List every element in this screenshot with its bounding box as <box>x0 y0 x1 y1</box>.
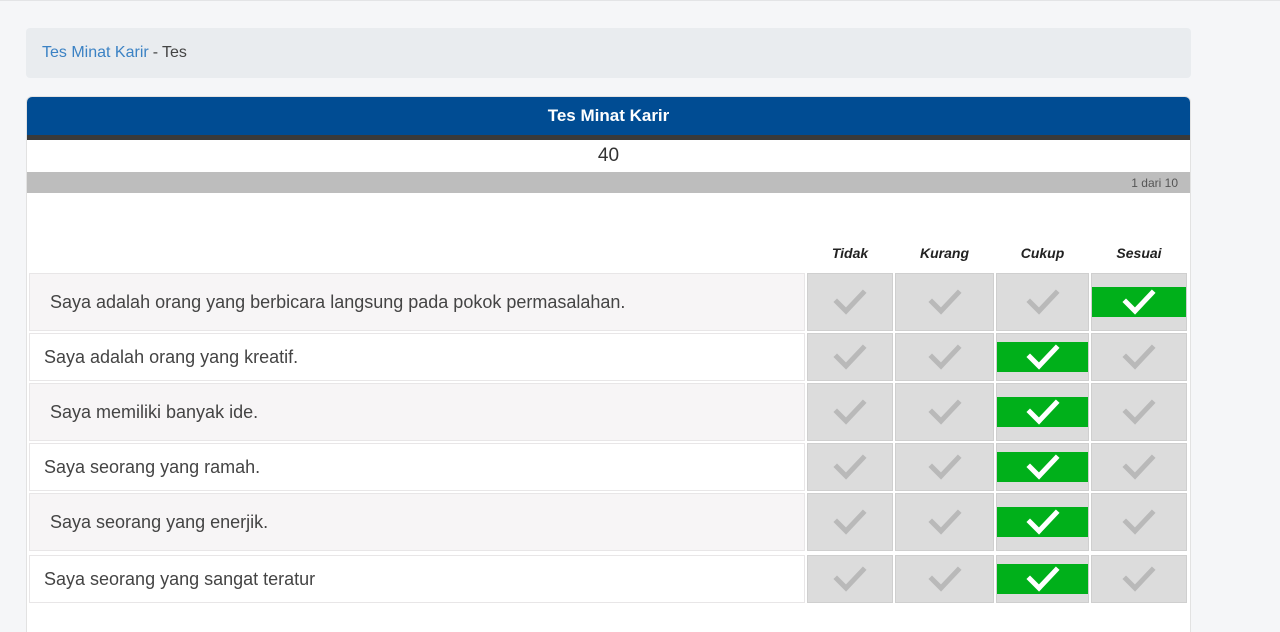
option-cukup[interactable] <box>996 383 1089 441</box>
question-text: Saya seorang yang ramah. <box>29 443 805 491</box>
column-header-sesuai: Sesuai <box>1116 245 1162 261</box>
option-tidak[interactable] <box>807 555 893 603</box>
option-tidak[interactable] <box>807 333 893 381</box>
option-sesuai[interactable] <box>1091 273 1187 331</box>
check-icon <box>1025 509 1060 535</box>
option-kurang[interactable] <box>895 333 994 381</box>
check-icon <box>1025 566 1060 592</box>
column-header-row: Tidak Kurang Cukup Sesuai <box>29 237 1189 273</box>
check-icon <box>1122 566 1156 592</box>
check-icon <box>927 566 962 592</box>
check-icon <box>1122 454 1156 480</box>
check-icon <box>927 454 962 480</box>
breadcrumb: Tes Minat Karir - Tes <box>26 28 1191 78</box>
option-kurang[interactable] <box>895 443 994 491</box>
test-card: Tes Minat Karir 40 1 dari 10 Tidak Kurang… <box>26 96 1191 632</box>
selected-indicator <box>997 397 1088 427</box>
column-header-cukup: Cukup <box>1020 245 1065 261</box>
check-icon <box>927 344 962 370</box>
option-sesuai[interactable] <box>1091 383 1187 441</box>
check-icon <box>833 454 867 480</box>
question-text: Saya memiliki banyak ide. <box>29 383 805 441</box>
selected-indicator <box>997 564 1088 594</box>
option-cukup[interactable] <box>996 443 1089 491</box>
selected-indicator <box>997 342 1088 372</box>
selected-indicator <box>997 507 1088 537</box>
question-text: Saya adalah orang yang kreatif. <box>29 333 805 381</box>
question-row: Saya memiliki banyak ide. <box>29 383 1189 441</box>
option-sesuai[interactable] <box>1091 493 1187 551</box>
card-title: Tes Minat Karir <box>27 97 1190 140</box>
option-sesuai[interactable] <box>1091 443 1187 491</box>
check-icon <box>833 289 867 315</box>
question-row: Saya seorang yang enerjik. <box>29 493 1189 551</box>
option-tidak[interactable] <box>807 273 893 331</box>
timer: 40 <box>597 145 620 166</box>
selected-indicator <box>997 452 1088 482</box>
option-kurang[interactable] <box>895 493 994 551</box>
check-icon <box>833 566 867 592</box>
question-table: Tidak Kurang Cukup Sesuai Saya adalah orang… <box>29 237 1189 603</box>
progress-label: 1 dari 10 <box>1131 176 1178 190</box>
option-cukup[interactable] <box>996 333 1089 381</box>
option-kurang[interactable] <box>895 383 994 441</box>
check-icon <box>833 509 867 535</box>
column-header-kurang: Kurang <box>920 245 969 261</box>
breadcrumb-link[interactable]: Tes Minat Karir <box>42 44 149 62</box>
option-kurang[interactable] <box>895 273 994 331</box>
check-icon <box>1025 289 1060 315</box>
check-icon <box>927 509 962 535</box>
check-icon <box>1025 399 1060 425</box>
breadcrumb-separator: - <box>152 44 159 61</box>
check-icon <box>1122 344 1156 370</box>
question-row: Saya seorang yang ramah. <box>29 443 1189 491</box>
check-icon <box>1122 289 1156 315</box>
check-icon <box>1025 344 1060 370</box>
option-tidak[interactable] <box>807 383 893 441</box>
question-row: Saya seorang yang sangat teratur <box>29 555 1189 603</box>
check-icon <box>833 344 867 370</box>
check-icon <box>1122 399 1156 425</box>
breadcrumb-current: Tes <box>162 44 187 61</box>
option-cukup[interactable] <box>996 555 1089 603</box>
option-tidak[interactable] <box>807 493 893 551</box>
question-text: Saya seorang yang sangat teratur <box>29 555 805 603</box>
check-icon <box>833 399 867 425</box>
option-kurang[interactable] <box>895 555 994 603</box>
check-icon <box>1122 509 1156 535</box>
question-row: Saya adalah orang yang kreatif. <box>29 333 1189 381</box>
question-text: Saya seorang yang enerjik. <box>29 493 805 551</box>
option-cukup[interactable] <box>996 273 1089 331</box>
check-icon <box>927 399 962 425</box>
check-icon <box>927 289 962 315</box>
option-cukup[interactable] <box>996 493 1089 551</box>
progress-bar: 1 dari 10 <box>27 172 1190 193</box>
option-sesuai[interactable] <box>1091 333 1187 381</box>
question-text: Saya adalah orang yang berbicara langsun… <box>29 273 805 331</box>
question-row: Saya adalah orang yang berbicara langsun… <box>29 273 1189 331</box>
selected-indicator <box>1092 287 1186 317</box>
column-header-tidak: Tidak <box>831 245 869 261</box>
check-icon <box>1025 454 1060 480</box>
option-tidak[interactable] <box>807 443 893 491</box>
option-sesuai[interactable] <box>1091 555 1187 603</box>
